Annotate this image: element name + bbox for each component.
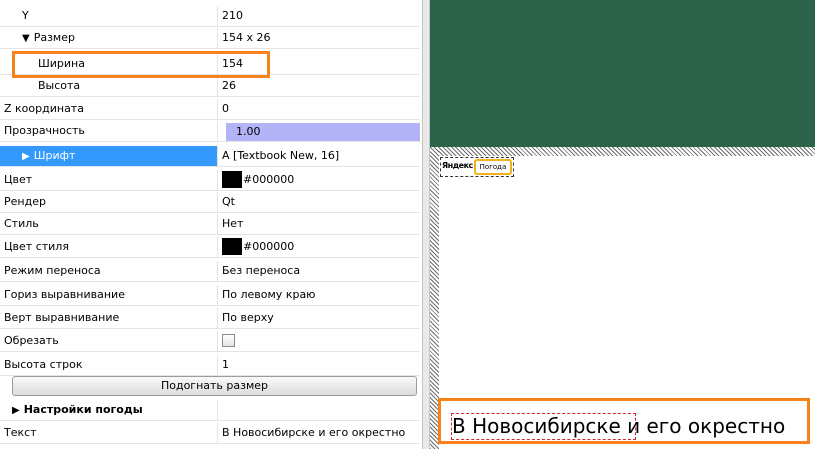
- property-value: #000000: [243, 173, 295, 186]
- yandex-logo: Яндекс: [442, 161, 473, 170]
- property-row-clip[interactable]: Обрезать: [0, 331, 420, 352]
- property-value[interactable]: 154 x 26: [218, 28, 420, 48]
- color-value[interactable]: #000000: [218, 170, 420, 190]
- fit-size-button[interactable]: Подогнать размер: [12, 376, 417, 396]
- property-value[interactable]: 210: [218, 6, 420, 26]
- property-panel: Y 210 ▼ Размер 154 x 26 Ширина 154 Высота…: [0, 0, 422, 449]
- property-name: Y: [0, 6, 218, 26]
- property-row-style[interactable]: Стиль Нет: [0, 214, 420, 235]
- property-row-halign[interactable]: Гориз выравнивание По левому краю: [0, 285, 420, 306]
- width-row-highlight: [12, 51, 270, 78]
- property-name: Режим переноса: [0, 261, 218, 281]
- clip-checkbox[interactable]: [222, 333, 235, 347]
- property-value[interactable]: A [Textbook New, 16]: [218, 146, 420, 166]
- property-value[interactable]: В Новосибирске и его окрестно: [218, 423, 420, 443]
- property-row-style-color[interactable]: Цвет стиля #000000: [0, 237, 420, 258]
- property-row-z[interactable]: Z координата 0: [0, 99, 420, 120]
- property-value[interactable]: По верху: [218, 308, 420, 328]
- property-name: Цвет стиля: [0, 237, 218, 257]
- hatch-border-top: [430, 147, 815, 156]
- property-name: Прозрачность: [0, 121, 218, 141]
- color-value[interactable]: #000000: [218, 237, 420, 257]
- property-name: Стиль: [0, 214, 218, 234]
- property-row-height[interactable]: Высота 26: [0, 76, 420, 97]
- property-name: Цвет: [0, 170, 218, 190]
- property-name: Шрифт: [33, 149, 76, 162]
- property-row-opacity[interactable]: Прозрачность 1.00: [0, 121, 420, 142]
- property-value[interactable]: Без переноса: [218, 261, 420, 281]
- collapsed-triangle-icon[interactable]: ▶: [22, 147, 30, 166]
- property-name: Высота строк: [0, 355, 218, 375]
- section-label: Настройки погоды: [23, 403, 143, 416]
- color-swatch[interactable]: [222, 170, 242, 188]
- weather-badge: Погода: [474, 159, 512, 175]
- property-row-wrap[interactable]: Режим переноса Без переноса: [0, 261, 420, 282]
- property-value: #000000: [243, 240, 295, 253]
- property-name: Высота: [0, 76, 218, 96]
- preview-canvas[interactable]: Яндекс Погода В Новосибирске и его окрес…: [430, 0, 815, 449]
- color-swatch[interactable]: [222, 237, 242, 255]
- property-name: Размер: [33, 31, 75, 44]
- green-background: [430, 0, 815, 147]
- property-name: Рендер: [0, 192, 218, 212]
- splitter-handle[interactable]: [422, 0, 430, 449]
- property-row-valign[interactable]: Верт выравнивание По верху: [0, 308, 420, 329]
- property-row-text[interactable]: Текст В Новосибирске и его окрестно: [0, 423, 420, 444]
- expanded-triangle-icon[interactable]: ▼: [22, 29, 30, 48]
- rendered-text-label[interactable]: В Новосибирске и его окрестно: [452, 412, 807, 442]
- property-name: Гориз выравнивание: [0, 285, 218, 305]
- property-value[interactable]: Нет: [218, 214, 420, 234]
- property-row-font[interactable]: ▶ Шрифт A [Textbook New, 16]: [0, 146, 420, 167]
- property-name: Z координата: [0, 99, 218, 119]
- checkbox-cell: [218, 331, 420, 351]
- collapsed-triangle-icon[interactable]: ▶: [12, 401, 20, 420]
- property-name-wrap: ▶ Шрифт: [0, 146, 218, 166]
- property-name: Верт выравнивание: [0, 308, 218, 328]
- section-name-wrap: ▶ Настройки погоды: [0, 400, 218, 420]
- opacity-value-bar[interactable]: 1.00: [226, 123, 420, 141]
- property-row-render[interactable]: Рендер Qt: [0, 192, 420, 213]
- weather-settings-section[interactable]: ▶ Настройки погоды: [0, 400, 420, 421]
- property-name-wrap: ▼ Размер: [0, 28, 218, 48]
- property-value[interactable]: 26: [218, 76, 420, 96]
- yandex-weather-widget[interactable]: Яндекс Погода: [440, 157, 514, 177]
- property-row-color[interactable]: Цвет #000000: [0, 170, 420, 191]
- property-value[interactable]: 0: [218, 99, 420, 119]
- property-row-size[interactable]: ▼ Размер 154 x 26: [0, 28, 420, 49]
- property-value[interactable]: По левому краю: [218, 285, 420, 305]
- property-name: Обрезать: [0, 331, 218, 351]
- property-value[interactable]: 1: [218, 355, 420, 375]
- property-row-y[interactable]: Y 210: [0, 6, 420, 27]
- property-name: Текст: [0, 423, 218, 443]
- property-value[interactable]: Qt: [218, 192, 420, 212]
- property-row-line-height[interactable]: Высота строк 1: [0, 355, 420, 376]
